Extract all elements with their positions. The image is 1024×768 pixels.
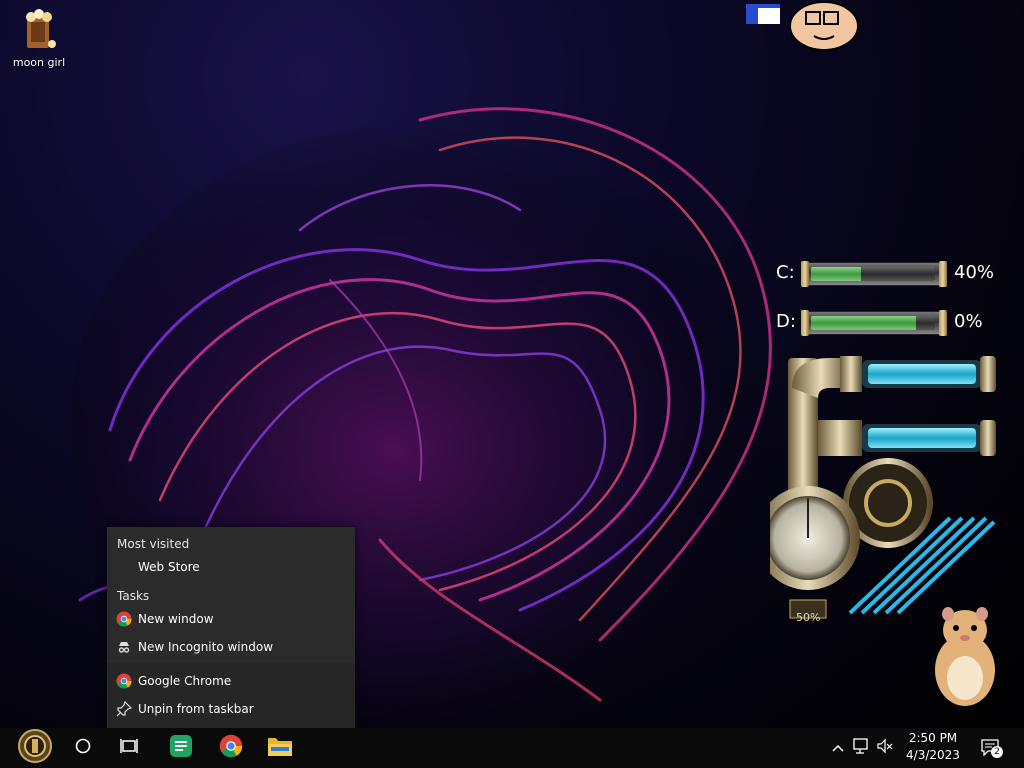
system-monitor-widget: C: 40% D: 0% 50% xyxy=(770,252,1020,652)
taskbar-clock[interactable]: 2:50 PM 4/3/2023 xyxy=(896,730,970,766)
cartoon-face-sticker xyxy=(744,0,864,60)
show-hidden-icons-button[interactable] xyxy=(828,728,848,768)
network-tray-button[interactable] xyxy=(850,728,872,768)
unpin-icon xyxy=(116,701,132,717)
jumplist-item-new-incognito-window[interactable]: New Incognito window xyxy=(107,634,355,660)
jumplist-app-section: Google Chrome Unpin from taskbar xyxy=(107,663,355,728)
taskbar-chrome-app[interactable] xyxy=(208,728,254,768)
chrome-icon xyxy=(116,673,132,689)
cortana-button[interactable] xyxy=(60,728,106,768)
incognito-icon xyxy=(116,639,132,655)
hamster-sticker xyxy=(920,600,1010,710)
tasks-header: Tasks xyxy=(117,589,150,603)
drive-percent: 0% xyxy=(954,311,983,332)
chrome-icon xyxy=(219,734,243,762)
jumplist-item-google-chrome[interactable]: Google Chrome xyxy=(107,668,355,694)
task-view-icon xyxy=(120,737,140,759)
volume-tray-button[interactable] xyxy=(874,728,896,768)
jumplist-item-label: New Incognito window xyxy=(138,640,274,654)
popcorn-bag-icon xyxy=(19,8,59,52)
taskbar-sheets-app[interactable] xyxy=(158,728,204,768)
drive-d-fill xyxy=(811,316,917,330)
clock-time: 2:50 PM xyxy=(908,731,958,745)
network-icon xyxy=(852,738,870,758)
jumplist-item-new-window[interactable]: New window xyxy=(107,606,355,632)
drive-c-fill xyxy=(811,267,861,281)
chevron-up-icon xyxy=(832,740,844,756)
notification-count-badge: 2 xyxy=(991,746,1003,758)
desktop-icon-moon-girl[interactable]: moon girl xyxy=(8,8,70,69)
volume-muted-icon xyxy=(876,738,894,758)
jumplist-item-label: New window xyxy=(138,612,214,626)
taskbar: 2:50 PM 4/3/2023 2 xyxy=(0,728,1024,768)
desktop-icon-label: moon girl xyxy=(12,56,66,69)
drive-percent: 40% xyxy=(954,262,995,283)
start-button[interactable] xyxy=(10,728,60,768)
drive-c-meter: C: 40% xyxy=(770,258,1020,288)
task-view-button[interactable] xyxy=(107,728,153,768)
cortana-circle-icon xyxy=(75,738,91,758)
action-center-button[interactable]: 2 xyxy=(976,728,1006,768)
jumplist-item-label: Google Chrome xyxy=(138,674,232,688)
drive-d-tube xyxy=(801,310,947,336)
drive-c-tube xyxy=(801,261,947,287)
jumplist-item-web-store[interactable]: Web Store xyxy=(107,554,355,580)
jumplist-item-unpin[interactable]: Unpin from taskbar xyxy=(107,696,355,722)
jumplist-item-label: Unpin from taskbar xyxy=(138,702,254,716)
notification-icon: 2 xyxy=(980,738,1003,758)
jumplist-item-label: Web Store xyxy=(138,560,200,574)
gauge-percent: 50% xyxy=(796,611,821,624)
folder-icon xyxy=(267,735,293,761)
chrome-jump-list: Most visited Web Store Tasks New window … xyxy=(107,527,355,728)
clock-date: 4/3/2023 xyxy=(906,748,960,762)
drive-letter: D: xyxy=(776,311,796,332)
steampunk-start-icon xyxy=(18,729,52,767)
drive-d-meter: D: 0% xyxy=(770,307,1020,337)
chrome-icon xyxy=(116,611,132,627)
blank-icon xyxy=(116,559,132,575)
taskbar-file-explorer[interactable] xyxy=(257,728,303,768)
green-sheets-icon xyxy=(169,734,193,762)
drive-letter: C: xyxy=(776,262,795,283)
most-visited-header: Most visited xyxy=(117,537,190,551)
